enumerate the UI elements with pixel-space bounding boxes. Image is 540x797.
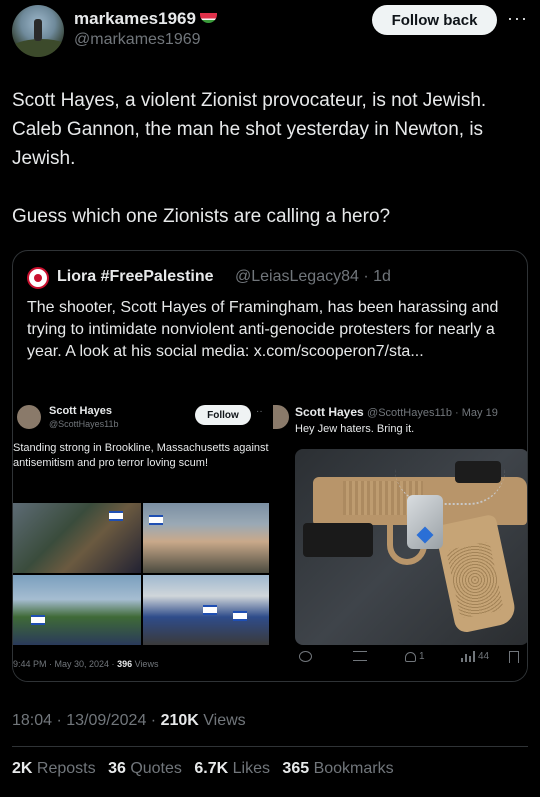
views-icon — [461, 651, 475, 662]
quote-handle-time: @LeiasLegacy84 · 1d — [235, 268, 391, 285]
views-count: 210K — [160, 712, 199, 729]
display-name-text[interactable]: markames1969 — [74, 9, 196, 28]
screenshot-text: Standing strong in Brookline, Massachuse… — [13, 442, 269, 469]
weapon-light — [303, 523, 373, 557]
screenshot-views: 44 — [461, 651, 489, 662]
screenshot-name-2: Scott Hayes @ScottHayes11b · May 19 — [295, 405, 498, 419]
watermelon-icon — [199, 13, 217, 23]
bookmarks-label[interactable]: Bookmarks — [314, 760, 394, 777]
screenshot-views-count: 396 — [117, 659, 133, 669]
dog-tag — [407, 495, 443, 549]
tweet-header: markames1969 @markames1969 Follow back ·… — [0, 0, 540, 70]
likes-label[interactable]: Likes — [233, 760, 270, 777]
quoted-tweet[interactable]: Liora #FreePalestine @LeiasLegacy84 · 1d… — [12, 250, 528, 682]
screenshot-avatar-2 — [273, 405, 289, 429]
quotes-label[interactable]: Quotes — [130, 760, 182, 777]
reply-icon — [299, 651, 312, 662]
repost-icon — [353, 651, 367, 661]
timestamp-text[interactable]: 18:04 · 13/09/2024 · — [12, 712, 161, 729]
bookmarks-count[interactable]: 365 — [282, 760, 309, 777]
avatar[interactable] — [12, 5, 64, 57]
flag-icon — [233, 611, 247, 621]
flag-icon — [109, 511, 123, 521]
screenshot-left: Scott Hayes @ScottHayes11b Follow ·· Sta… — [13, 397, 276, 681]
photo-protest-1 — [13, 503, 141, 573]
screenshot-more-icon: ·· — [256, 406, 263, 417]
screenshot-text-2: Hey Jew haters. Bring it. — [295, 423, 415, 435]
flag-icon — [31, 615, 45, 625]
screenshot-reply — [299, 651, 312, 662]
tweet-timestamp[interactable]: 18:04 · 13/09/2024 · 210K Views — [12, 712, 246, 730]
engagement-stats: 2K Reposts 36 Quotes 6.7K Likes 365 Book… — [12, 760, 402, 778]
screenshot-right: Scott Hayes @ScottHayes11b · May 19 Hey … — [273, 397, 527, 681]
photo-protest-2 — [143, 503, 269, 573]
screenshot-name: Scott Hayes — [49, 405, 112, 417]
bookmark-icon — [509, 651, 519, 663]
screenshot-like-count: 1 — [419, 651, 425, 662]
tweet-text: Scott Hayes, a violent Zionist provocate… — [12, 90, 487, 227]
avatar-figure — [34, 19, 42, 41]
heart-icon — [405, 651, 416, 662]
reposts-count[interactable]: 2K — [12, 760, 32, 777]
screenshot-views-label: Views — [132, 659, 159, 669]
screenshot-repost — [353, 651, 367, 661]
screenshot-name-2-text: Scott Hayes — [295, 405, 364, 419]
quotes-count[interactable]: 36 — [108, 760, 126, 777]
user-handle[interactable]: @markames1969 — [74, 31, 201, 49]
likes-count[interactable]: 6.7K — [194, 760, 228, 777]
more-options-icon[interactable]: ··· — [507, 8, 528, 29]
photo-protest-3 — [13, 575, 141, 645]
flag-icon — [203, 605, 217, 615]
divider — [12, 746, 528, 747]
photo-protest-4 — [143, 575, 269, 645]
reposts-stat[interactable]: 2K Reposts — [12, 760, 96, 777]
quote-display-name[interactable]: Liora #FreePalestine — [57, 268, 214, 286]
screenshot-handle-2: @ScottHayes11b · May 19 — [367, 407, 498, 419]
bookmarks-stat[interactable]: 365 Bookmarks — [282, 760, 393, 777]
avatar-hill — [12, 39, 64, 57]
quote-text: The shooter, Scott Hayes of Framingham, … — [27, 299, 499, 360]
quotes-stat[interactable]: 36 Quotes — [108, 760, 182, 777]
views-label: Views — [198, 712, 246, 729]
screenshot-photo-grid — [13, 503, 269, 645]
quote-media[interactable]: Scott Hayes @ScottHayes11b Follow ·· Sta… — [13, 397, 527, 681]
screenshot-handle: @ScottHayes11b — [49, 419, 119, 429]
screenshot-avatar — [17, 405, 41, 429]
quote-avatar[interactable] — [27, 267, 49, 289]
reposts-label[interactable]: Reposts — [37, 760, 96, 777]
screenshot-views-count-2: 44 — [478, 651, 490, 662]
follow-back-button[interactable]: Follow back — [372, 5, 497, 35]
screenshot-meta: 9:44 PM · May 30, 2024 · 396 Views — [13, 659, 158, 669]
gun-photo — [295, 449, 527, 645]
flag-icon — [149, 515, 163, 525]
display-name[interactable]: markames1969 — [74, 9, 217, 29]
screenshot-meta-time: 9:44 PM · May 30, 2024 · — [13, 659, 118, 669]
screenshot-bookmark — [509, 651, 519, 663]
screenshot-action-bar: 1 44 — [281, 651, 527, 675]
screenshot-like: 1 — [405, 651, 425, 662]
likes-stat[interactable]: 6.7K Likes — [194, 760, 270, 777]
screenshot-follow-button: Follow — [195, 405, 251, 425]
